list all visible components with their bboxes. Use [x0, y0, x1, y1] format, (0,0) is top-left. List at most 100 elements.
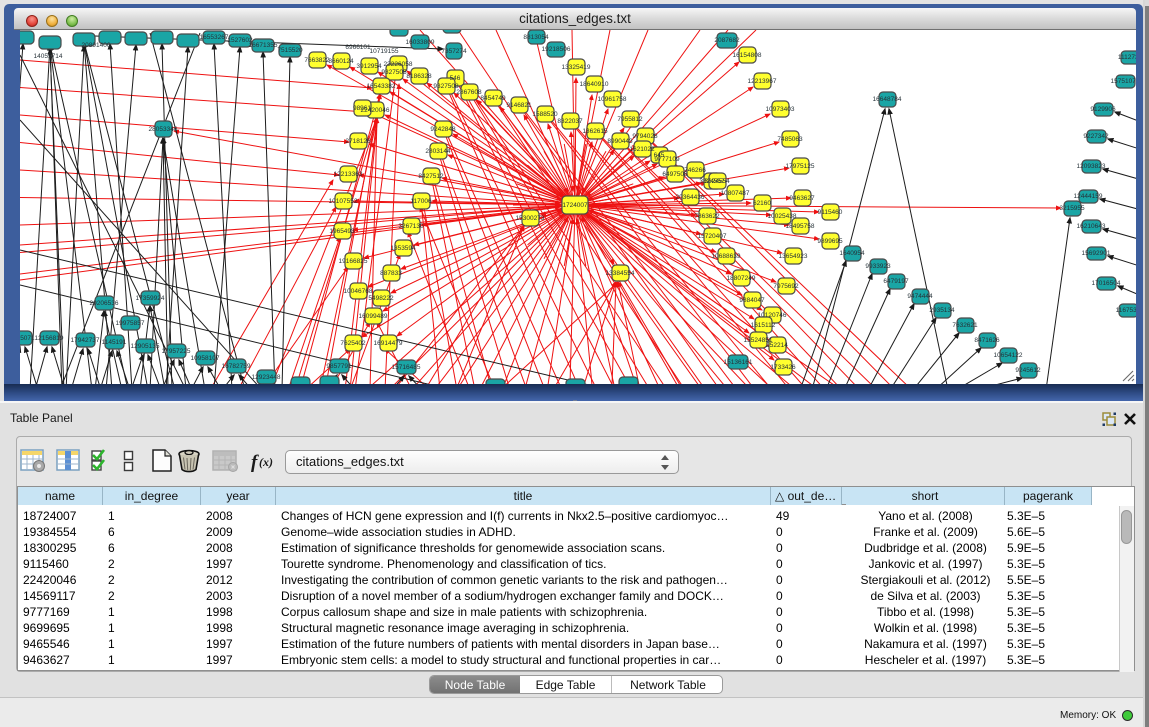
svg-text:12156819: 12156819 — [35, 335, 64, 342]
svg-text:20206536: 20206536 — [90, 300, 119, 307]
svg-text:17359924: 17359924 — [136, 295, 165, 302]
svg-text:10025438: 10025438 — [768, 213, 797, 220]
svg-text:20891406: 20891406 — [82, 42, 111, 49]
svg-text:1724007: 1724007 — [562, 202, 588, 209]
svg-text:10120746: 10120746 — [758, 312, 787, 319]
svg-text:15716485: 15716485 — [392, 364, 421, 371]
svg-text:9794028: 9794028 — [632, 133, 658, 140]
svg-text:10654122: 10654122 — [994, 352, 1023, 359]
svg-text:16671355: 16671355 — [249, 42, 278, 49]
svg-text:9777109: 9777109 — [654, 156, 680, 163]
svg-text:9242848: 9242848 — [430, 126, 456, 133]
svg-text:10807487: 10807487 — [721, 190, 750, 197]
svg-text:1615112: 1615112 — [751, 322, 776, 329]
svg-text:18640910: 18640910 — [580, 81, 609, 88]
svg-text:8454749: 8454749 — [480, 95, 506, 102]
svg-text:1362615: 1362615 — [582, 128, 608, 135]
svg-text:17957225: 17957225 — [162, 348, 191, 355]
svg-text:13325419: 13325419 — [562, 64, 591, 71]
svg-text:1112734: 1112734 — [1118, 54, 1136, 61]
svg-text:98961: 98961 — [353, 105, 371, 112]
svg-text:9115460: 9115460 — [818, 209, 843, 216]
svg-text:9327505: 9327505 — [381, 69, 407, 76]
svg-text:3215955: 3215955 — [1059, 205, 1085, 212]
svg-text:10107552: 10107552 — [329, 198, 358, 205]
svg-text:f: f — [251, 452, 259, 473]
svg-text:15751074: 15751074 — [1111, 78, 1136, 85]
svg-text:16543382: 16543382 — [367, 83, 396, 90]
svg-text:16648784: 16648784 — [873, 96, 902, 103]
svg-text:15720407: 15720407 — [698, 233, 727, 240]
svg-text:8471626: 8471626 — [974, 337, 1000, 344]
svg-text:252214: 252214 — [766, 342, 788, 349]
svg-text:9857791: 9857791 — [326, 363, 352, 370]
svg-text:17016504: 17016504 — [1092, 280, 1121, 287]
svg-text:8427512: 8427512 — [418, 173, 444, 180]
svg-text:15300273: 15300273 — [516, 215, 545, 222]
svg-text:7357274: 7357274 — [441, 48, 467, 55]
svg-text:2718126: 2718126 — [345, 138, 371, 145]
svg-text:16914479: 16914479 — [374, 340, 403, 347]
svg-text:9463627: 9463627 — [789, 195, 815, 202]
svg-text:16154808: 16154808 — [733, 52, 762, 59]
svg-text:7625402: 7625402 — [340, 340, 366, 347]
svg-text:13384554: 13384554 — [606, 270, 635, 277]
svg-text:18495758: 18495758 — [786, 223, 815, 230]
svg-text:19975857: 19975857 — [116, 320, 145, 327]
svg-text:1965493: 1965493 — [329, 228, 355, 235]
svg-text:9146821: 9146821 — [506, 102, 532, 109]
svg-text:7863622: 7863622 — [694, 213, 720, 220]
svg-text:7975692: 7975692 — [773, 283, 799, 290]
svg-text:7663822: 7663822 — [304, 57, 330, 64]
svg-text:13654923: 13654923 — [779, 253, 808, 260]
svg-text:16210643: 16210643 — [1077, 223, 1106, 230]
svg-text:9227342: 9227342 — [1083, 133, 1109, 140]
svg-text:12093823: 12093823 — [1077, 163, 1106, 170]
svg-text:9899695: 9899695 — [817, 238, 843, 245]
svg-text:19218506: 19218506 — [542, 46, 571, 53]
svg-text:3267130: 3267130 — [398, 223, 424, 230]
svg-text:2935134: 2935134 — [929, 307, 955, 314]
svg-text:12213967: 12213967 — [748, 78, 777, 85]
svg-text:1145191: 1145191 — [102, 339, 127, 346]
svg-text:9129906: 9129906 — [1090, 106, 1116, 113]
svg-text:7485063: 7485063 — [777, 136, 803, 143]
svg-text:1353594: 1353594 — [390, 245, 416, 252]
svg-text:8990443: 8990443 — [607, 138, 633, 145]
svg-text:117006: 117006 — [410, 198, 432, 205]
svg-text:1640954: 1640954 — [839, 250, 865, 257]
svg-text:10688639: 10688639 — [712, 253, 741, 260]
svg-text:10961758: 10961758 — [598, 96, 627, 103]
svg-text:1167534: 1167534 — [1116, 307, 1136, 314]
svg-text:20364436: 20364436 — [676, 194, 705, 201]
svg-text:9933923: 9933923 — [865, 263, 891, 270]
svg-text:16099489: 16099489 — [359, 313, 388, 320]
svg-text:8322037: 8322037 — [557, 118, 583, 125]
svg-text:1621022: 1621022 — [629, 146, 655, 153]
svg-text:10719155: 10719155 — [370, 48, 399, 55]
svg-text:2087682: 2087682 — [714, 37, 740, 44]
svg-text:16782759: 16782759 — [222, 363, 251, 370]
svg-text:14055714: 14055714 — [34, 53, 63, 60]
svg-text:5498222: 5498222 — [368, 295, 394, 302]
svg-text:12444159: 12444159 — [1074, 193, 1103, 200]
svg-text:1588520: 1588520 — [532, 111, 558, 118]
svg-text:16553267: 16553267 — [200, 34, 229, 41]
svg-text:8813054: 8813054 — [523, 34, 549, 41]
svg-text:(x): (x) — [259, 455, 273, 469]
svg-text:6966101: 6966101 — [345, 44, 371, 51]
svg-text:9327508: 9327508 — [433, 83, 459, 90]
svg-text:9245612: 9245612 — [1015, 367, 1041, 374]
svg-text:15692901: 15692901 — [1082, 250, 1111, 257]
svg-text:2867608: 2867608 — [456, 89, 482, 96]
svg-text:18807249: 18807249 — [727, 275, 756, 282]
svg-text:9884047: 9884047 — [739, 297, 765, 304]
svg-text:7955812: 7955812 — [617, 116, 643, 123]
svg-text:28053346: 28053346 — [149, 126, 178, 133]
svg-text:1733426: 1733426 — [770, 364, 796, 371]
svg-text:9474444: 9474444 — [907, 293, 933, 300]
svg-text:10046768: 10046768 — [344, 288, 373, 295]
svg-text:2803144: 2803144 — [425, 148, 451, 155]
svg-text:12905135: 12905135 — [131, 343, 160, 350]
svg-text:19166825: 19166825 — [339, 258, 368, 265]
